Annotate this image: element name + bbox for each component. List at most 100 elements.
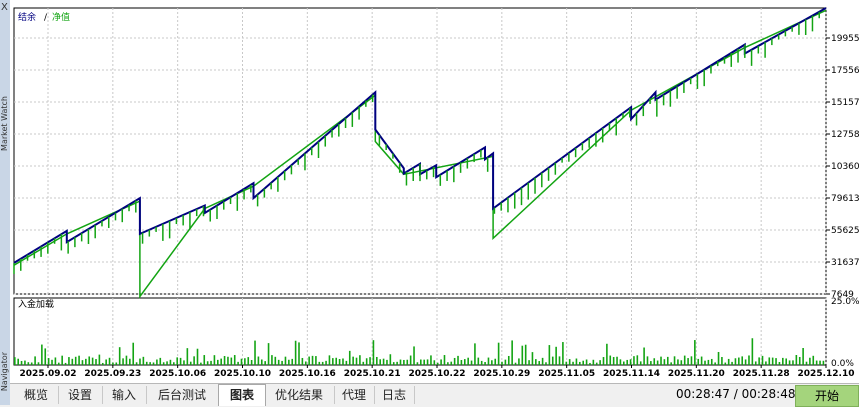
deposit-load-bar	[792, 360, 794, 365]
deposit-load-bar	[183, 360, 185, 365]
deposit-load-bar	[288, 359, 290, 365]
side-label-market-watch[interactable]: Market Watch	[0, 96, 10, 151]
x-tick-label: 2025.11.20	[668, 369, 725, 379]
tab-overview[interactable]: 概览	[14, 386, 59, 404]
deposit-load-bar	[819, 360, 821, 365]
y-tick-label: 103601	[831, 162, 859, 172]
deposit-load-bar	[125, 355, 128, 365]
x-tick-label: 2025.12.10	[798, 369, 855, 379]
deposit-load-bar	[74, 356, 77, 365]
x-tick-label: 2025.09.02	[20, 369, 77, 379]
deposit-load-bar	[71, 358, 74, 365]
x-axis: 2025.09.02 2025.09.23 2025.10.06 2025.10.10…	[20, 365, 855, 379]
deposit-load-bar	[34, 356, 36, 365]
deposit-load-bar	[392, 362, 395, 365]
deposit-load-bar	[457, 355, 459, 365]
deposit-load-bar	[298, 342, 300, 365]
deposit-load-bar	[497, 342, 500, 365]
deposit-load-bar	[690, 356, 693, 365]
deposit-load-bar	[504, 359, 507, 365]
tab-settings[interactable]: 设置	[58, 386, 103, 404]
deposit-load-bar	[453, 357, 456, 365]
deposit-load-bar	[413, 346, 415, 365]
deposit-load-bar	[477, 357, 480, 365]
deposit-load-bar	[30, 362, 33, 365]
deposit-load-bar	[61, 355, 63, 365]
deposit-load-bar	[761, 355, 764, 365]
balance-line	[13, 7, 827, 264]
deposit-load-bar	[558, 356, 561, 365]
deposit-load-bar	[423, 359, 425, 365]
deposit-load-bar	[227, 356, 229, 365]
deposit-load-bar	[707, 359, 710, 365]
x-tick-label: 2025.09.23	[84, 369, 141, 379]
deposit-load-bar	[474, 343, 476, 365]
deposit-load-bar	[501, 361, 503, 365]
deposit-load-bar	[639, 361, 642, 365]
x-tick-label: 2025.11.05	[538, 369, 595, 379]
deposit-load-bar	[308, 356, 310, 365]
deposit-load-bar	[68, 357, 70, 365]
deposit-load-bar	[328, 355, 331, 365]
deposit-load-bar	[159, 357, 162, 365]
deposit-load-bar	[609, 355, 612, 365]
deposit-load-bar	[281, 360, 283, 365]
tab-agents[interactable]: 代理	[334, 386, 375, 404]
deposit-load-bar	[805, 361, 808, 365]
deposit-load-bar	[403, 359, 405, 365]
deposit-load-bar	[602, 357, 605, 365]
deposit-load-bar	[619, 359, 622, 365]
deposit-load-bar	[277, 359, 280, 365]
deposit-load-bar	[169, 359, 172, 365]
deposit-load-bar	[122, 358, 124, 365]
tab-optimization-results[interactable]: 优化结果	[264, 386, 335, 404]
start-button[interactable]: 开始	[795, 385, 859, 407]
deposit-load-bar	[758, 357, 760, 365]
deposit-load-bar	[362, 361, 365, 365]
deposit-load-bar	[660, 356, 662, 365]
deposit-load-bar	[196, 348, 199, 365]
side-label-navigator[interactable]: Navigator	[0, 352, 10, 391]
deposit-load-bar	[741, 356, 744, 365]
deposit-load-bar	[64, 362, 67, 365]
deposit-load-bar	[697, 358, 700, 365]
main-chart-grid	[13, 7, 827, 295]
deposit-load-bar	[663, 359, 666, 365]
tab-inputs[interactable]: 输入	[102, 386, 147, 404]
deposit-load-bar	[480, 360, 483, 365]
deposit-load-bar	[233, 355, 236, 365]
main-y-axis: 199554 175565 151577 127589 103601 79613 55625…	[826, 34, 859, 300]
deposit-load-bar	[633, 356, 635, 365]
x-tick-label: 2025.10.29	[473, 369, 530, 379]
deposit-load-bar	[795, 355, 798, 365]
deposit-load-bar	[342, 358, 344, 365]
deposit-load-bar	[653, 358, 656, 365]
deposit-load-bar	[518, 358, 520, 365]
deposit-load-bar	[95, 359, 97, 365]
deposit-load-bar	[166, 361, 168, 365]
deposit-load-bar	[484, 362, 486, 365]
deposit-load-bar	[650, 361, 652, 365]
deposit-load-bar	[646, 356, 649, 365]
close-icon[interactable]: X	[1, 2, 8, 13]
tab-journal[interactable]: 日志	[374, 386, 415, 404]
deposit-load-bar	[129, 358, 131, 365]
deposit-load-bar	[433, 360, 436, 365]
tab-graph[interactable]: 图表	[218, 384, 266, 406]
deposit-load-bar	[396, 361, 398, 365]
tab-backtest[interactable]: 后台测试	[146, 386, 219, 404]
deposit-load-bar	[599, 360, 601, 365]
deposit-load-bar	[467, 357, 469, 365]
deposit-load-bar	[721, 357, 723, 365]
deposit-load-bar	[751, 338, 754, 365]
deposit-load-bar	[538, 361, 541, 365]
deposit-load-bar	[210, 360, 212, 365]
deposit-load-bar	[771, 357, 774, 365]
deposit-load-bar	[139, 358, 141, 365]
deposit-load-bar	[91, 357, 94, 365]
deposit-load-bar	[636, 355, 639, 365]
deposit-load-bar	[294, 340, 297, 365]
y-tick-label: 127589	[831, 130, 859, 140]
deposit-load-bar	[206, 361, 209, 365]
deposit-load-label: 入金加载	[18, 298, 54, 310]
